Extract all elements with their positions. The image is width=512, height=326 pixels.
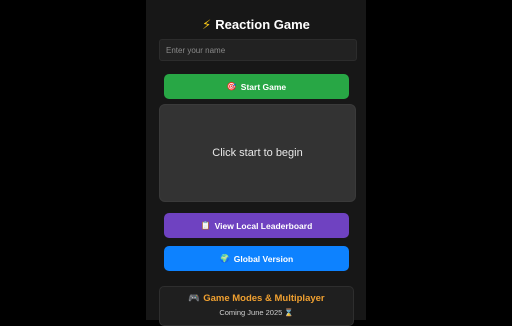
app-panel: ⚡Reaction Game 🎯 Start Game Click start … [146, 0, 366, 326]
page-title: ⚡ Reaction Game [146, 17, 366, 33]
game-modes-title: 🎮 Game Modes & Multiplayer [160, 293, 353, 305]
game-area[interactable]: Click start to begin [159, 104, 356, 202]
start-game-label: Start Game [240, 81, 287, 92]
hourglass-icon: ⌛ [284, 308, 294, 317]
game-area-message: Click start to begin [212, 147, 303, 159]
globe-icon: 🌍 [219, 254, 230, 263]
game-modes-card: 🎮 Game Modes & Multiplayer Coming June 20… [159, 286, 354, 326]
global-version-button[interactable]: 🌍 Global Version [164, 246, 349, 271]
clipboard-icon: 📋 [200, 221, 211, 230]
start-game-button[interactable]: 🎯 Start Game [164, 74, 349, 99]
global-version-label: Global Version [233, 253, 294, 264]
view-leaderboard-label: View Local Leaderboard [214, 220, 313, 231]
name-input[interactable] [159, 39, 357, 61]
gamepad-icon: 🎮 [188, 293, 201, 304]
title-text: Reaction Game [215, 17, 310, 32]
lightning-icon: ⚡ [202, 17, 212, 32]
game-modes-subtitle-text: Coming June 2025 [219, 308, 283, 317]
game-modes-title-text: Game Modes & Multiplayer [203, 293, 325, 304]
game-modes-subtitle: Coming June 2025 ⌛ [160, 308, 353, 318]
view-leaderboard-button[interactable]: 📋 View Local Leaderboard [164, 213, 349, 238]
target-icon: 🎯 [226, 82, 237, 91]
